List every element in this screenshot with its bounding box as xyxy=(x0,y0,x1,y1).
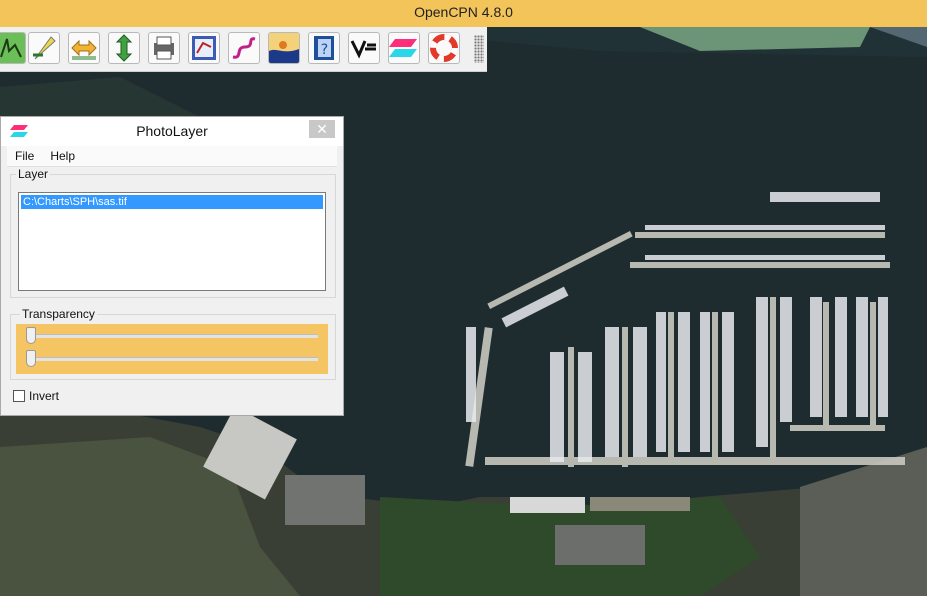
dashboard-icon xyxy=(350,40,376,59)
slider-track xyxy=(26,334,318,338)
compass-button[interactable] xyxy=(28,32,60,64)
route-button[interactable] xyxy=(0,32,26,64)
layer-list[interactable]: C:\Charts\SPH\sas.tif xyxy=(18,192,326,291)
dialog-menu-bar: File Help xyxy=(7,146,337,167)
window-title: OpenCPN 4.8.0 xyxy=(414,4,513,20)
print-icon xyxy=(154,36,174,60)
invert-checkbox[interactable] xyxy=(13,390,25,402)
compass-icon xyxy=(33,36,56,60)
tide-button[interactable] xyxy=(268,32,300,64)
help-button[interactable]: ? xyxy=(308,32,340,64)
tide-icon xyxy=(269,33,299,63)
dashboard-button[interactable] xyxy=(348,32,380,64)
close-button[interactable]: ✕ xyxy=(309,120,335,138)
transparency-slider-panel xyxy=(16,324,328,374)
transparency-slider-thumb[interactable] xyxy=(26,327,36,344)
dialog-title: PhotoLayer xyxy=(136,123,208,139)
help-icon: ? xyxy=(314,36,334,60)
track-button[interactable] xyxy=(228,32,260,64)
slider-track xyxy=(26,357,318,361)
route-icon xyxy=(0,33,25,63)
route-manager-icon xyxy=(192,36,216,60)
lifebuoy-icon xyxy=(430,34,458,62)
track-icon xyxy=(232,37,256,59)
transparency-label: Transparency xyxy=(20,307,97,321)
zoom-vertical-icon xyxy=(115,34,133,62)
photolayer-button[interactable] xyxy=(388,32,420,64)
lifebuoy-button[interactable] xyxy=(428,32,460,64)
route-manager-button[interactable] xyxy=(188,32,220,64)
close-icon: ✕ xyxy=(316,121,328,137)
toolbar-grip-handle[interactable] xyxy=(474,35,484,63)
svg-text:?: ? xyxy=(321,42,328,58)
layer-list-item[interactable]: C:\Charts\SPH\sas.tif xyxy=(21,195,323,209)
menu-file[interactable]: File xyxy=(7,146,42,163)
dialog-title-bar[interactable]: PhotoLayer ✕ xyxy=(1,117,343,146)
main-toolbar: ? xyxy=(0,27,487,72)
window-title-bar: OpenCPN 4.8.0 xyxy=(0,0,927,27)
zoom-horizontal-icon xyxy=(71,39,97,60)
zoom-horizontal-button[interactable] xyxy=(68,32,100,64)
zoom-vertical-button[interactable] xyxy=(108,32,140,64)
invert-label: Invert xyxy=(29,389,60,403)
menu-help[interactable]: Help xyxy=(42,146,83,163)
layer-group-label: Layer xyxy=(16,167,51,181)
transparency-slider-thumb-2[interactable] xyxy=(26,350,36,367)
photolayer-icon xyxy=(389,39,417,57)
print-button[interactable] xyxy=(148,32,180,64)
